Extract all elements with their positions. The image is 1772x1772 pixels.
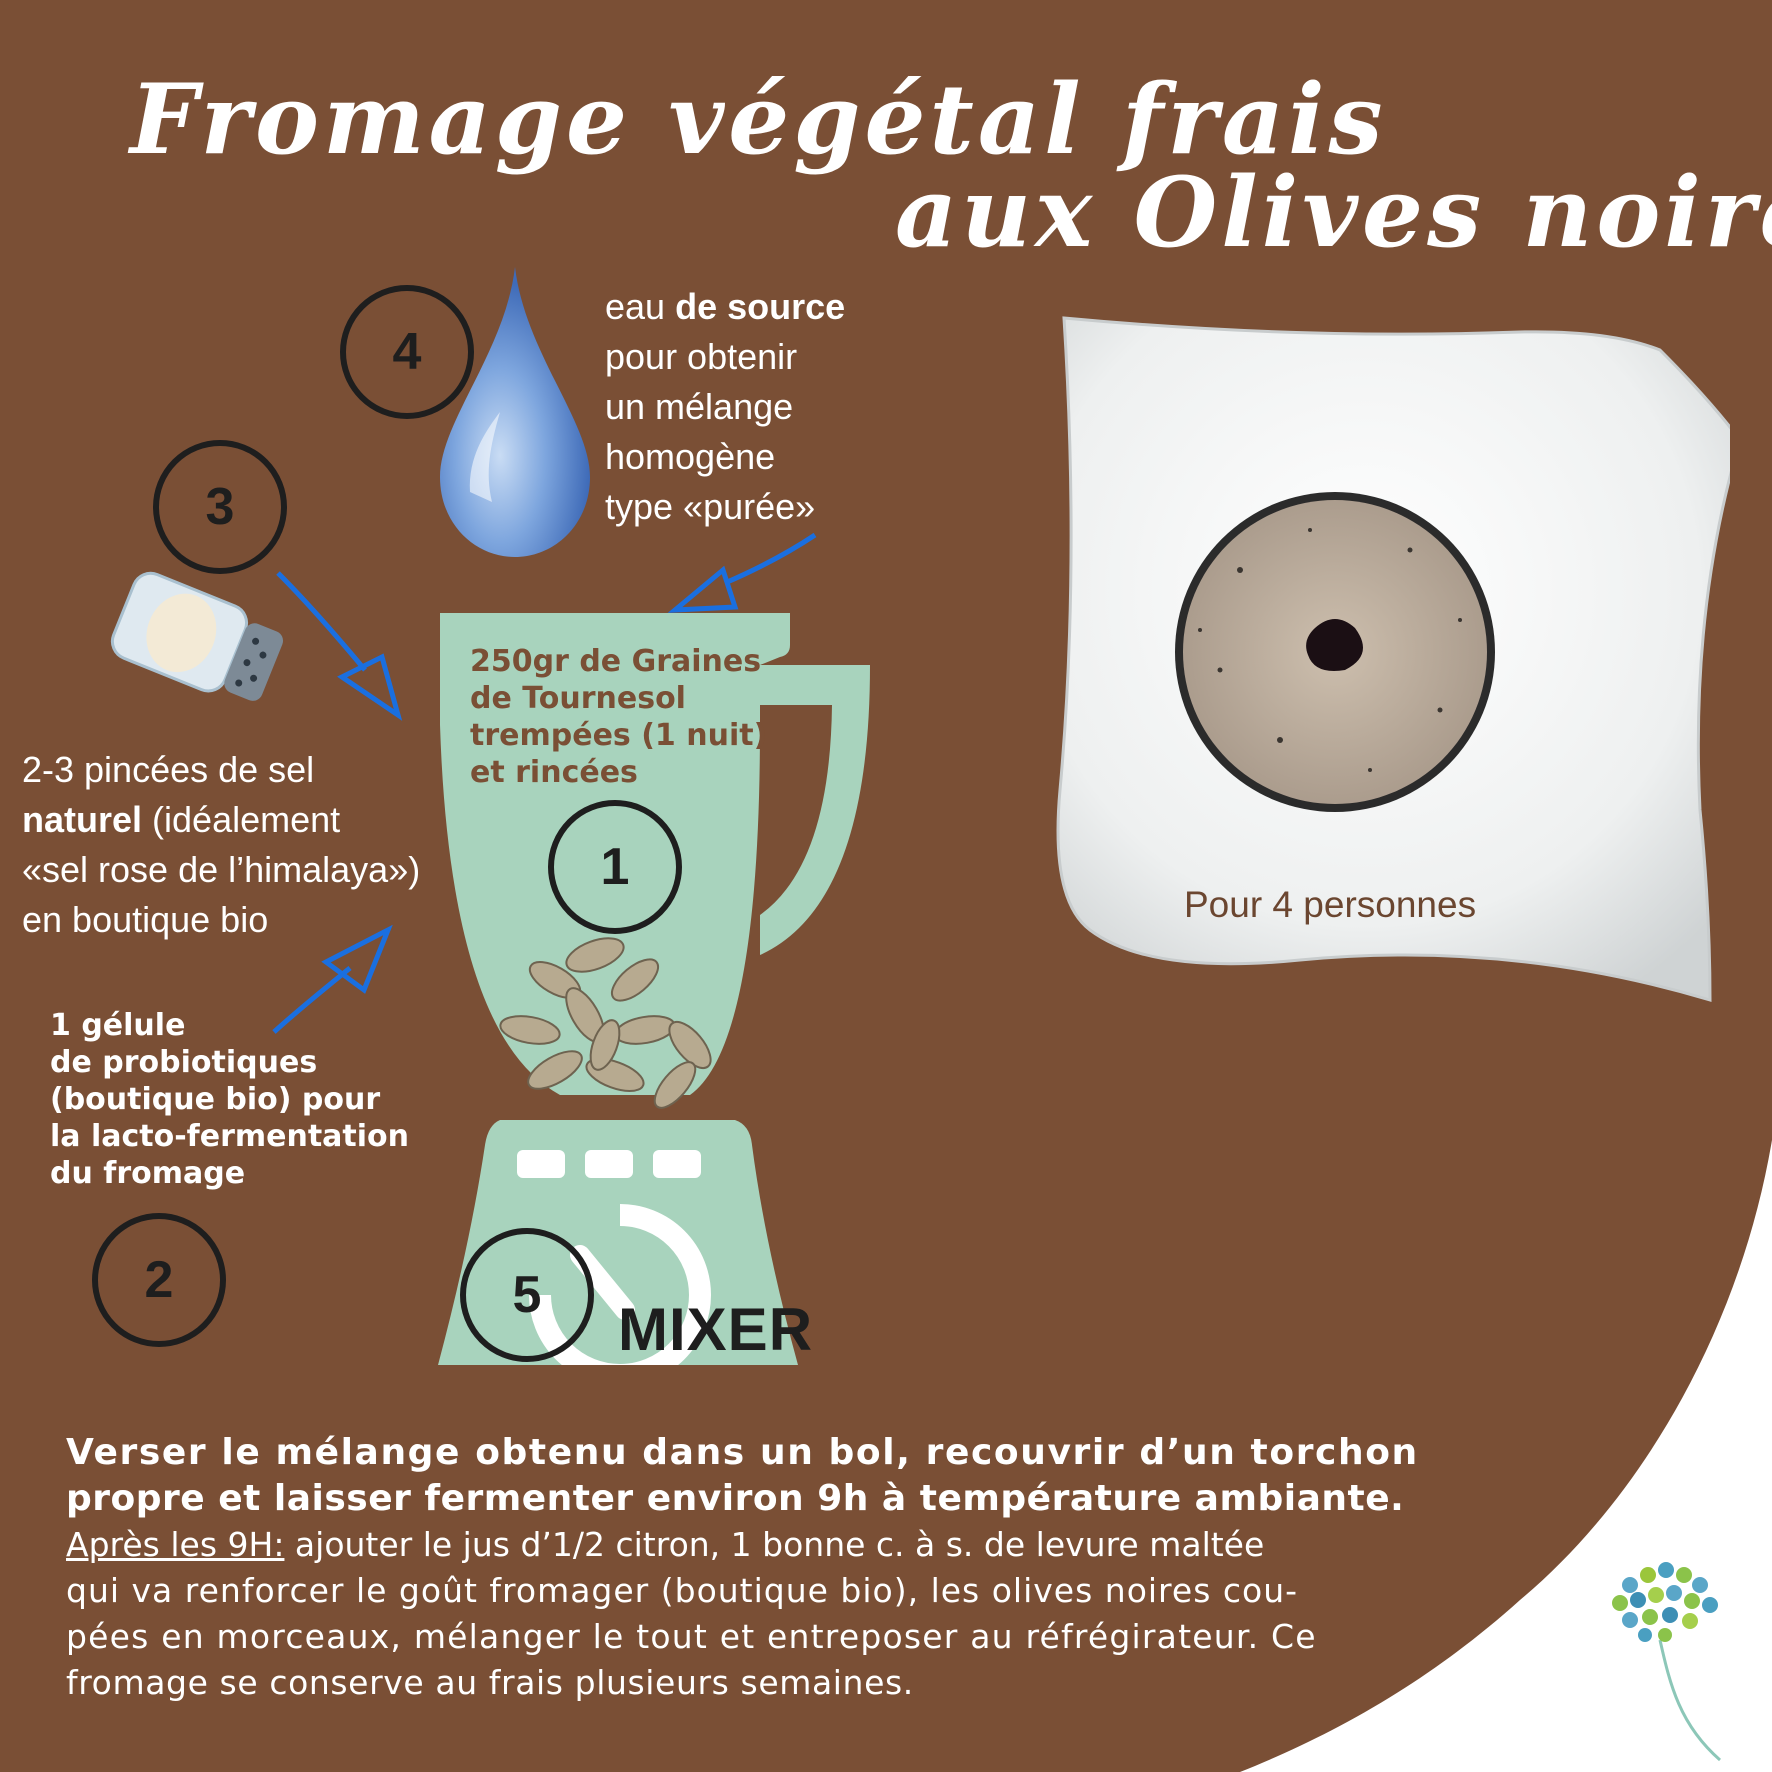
salt-text: 2-3 pincées de sel naturel (idéalement «… — [22, 749, 421, 940]
probiotic-text: 1 gélule de probiotiques (boutique bio) … — [50, 1008, 410, 1191]
water-text: eau de source pour obtenir un mélange ho… — [605, 286, 846, 527]
instructions-paragraph-1: Verser le mélange obtenu dans un bol, re… — [66, 1432, 1419, 1519]
after-9h-label: Après les 9H: — [66, 1525, 285, 1564]
salt-shaker-icon — [110, 571, 284, 701]
step-5-badge: 5 — [460, 1228, 594, 1362]
step-3-badge: 3 — [153, 440, 287, 574]
tree-logo-icon — [1612, 1562, 1721, 1762]
recipe-card: Fromage végétal frais aux Olives noires … — [0, 0, 1772, 1772]
arrow-salt-to-mixer — [276, 571, 403, 721]
title-line-1: Fromage végétal frais — [130, 63, 1387, 176]
mixer-label: MIXER — [618, 1296, 814, 1363]
seeds-text: 250gr de Graines de Tournesol trempées (… — [470, 644, 768, 790]
sunflower-seeds-image — [499, 937, 712, 1109]
servings-text: Pour 4 personnes — [1184, 884, 1477, 925]
title-line-2: aux Olives noires — [895, 156, 1772, 269]
step-4-badge: 4 — [340, 285, 474, 419]
instructions-paragraph-2: Après les 9H: ajouter le jus d’1/2 citro… — [66, 1525, 1317, 1702]
step-1-badge: 1 — [548, 800, 682, 934]
step-2-badge: 2 — [92, 1213, 226, 1347]
